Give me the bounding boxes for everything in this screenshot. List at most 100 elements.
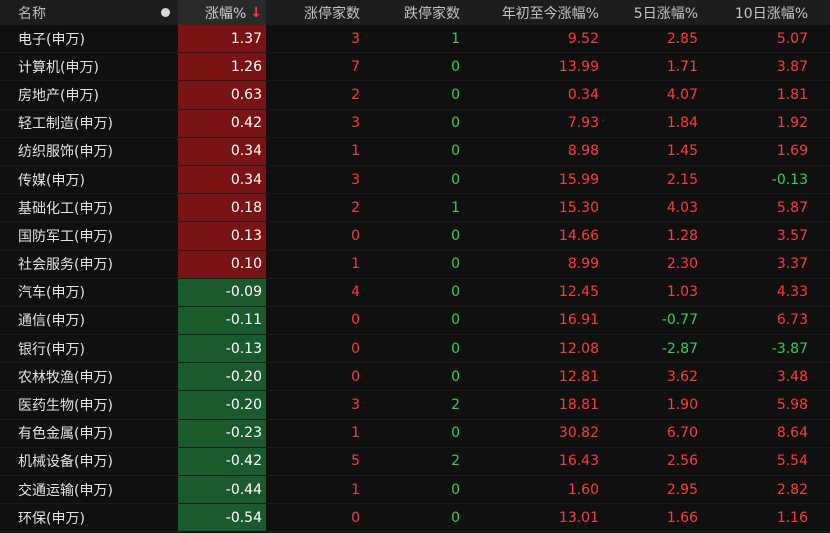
row-change-cell: -0.20 (178, 363, 266, 391)
row-ytd-cell: 14.66 (558, 227, 599, 244)
row-10d-cell: -0.13 (771, 171, 808, 188)
row-limit-down-cell: 0 (451, 509, 460, 526)
row-change-cell: 0.18 (178, 194, 266, 222)
table-row[interactable]: 汽车(申万) -0.09 4 0 12.45 1.03 4.33 (0, 278, 830, 307)
row-change-cell: -0.42 (178, 447, 266, 475)
row-limit-down-cell: 0 (451, 171, 460, 188)
table-row[interactable]: 农林牧渔(申万) -0.20 0 0 12.81 3.62 3.48 (0, 363, 830, 392)
column-header-name[interactable]: 名称 (0, 3, 152, 23)
table-row[interactable]: 轻工制造(申万) 0.42 3 0 7.93 1.84 1.92 (0, 109, 830, 138)
row-limit-down-cell: 0 (451, 284, 460, 301)
row-ytd-cell: 30.82 (558, 425, 599, 442)
row-ytd-cell: 15.30 (558, 199, 599, 216)
row-limit-down-cell: 1 (451, 199, 460, 216)
row-ytd-cell: 9.52 (567, 30, 599, 47)
row-name-cell: 计算机(申万) (18, 59, 99, 76)
row-name-cell: 房地产(申万) (18, 87, 99, 104)
table-row[interactable]: 机械设备(申万) -0.42 5 2 16.43 2.56 5.54 (0, 447, 830, 476)
row-limit-up-cell: 2 (351, 86, 360, 103)
row-10d-cell: 1.81 (776, 86, 808, 103)
table-body: 电子(申万) 1.37 3 1 9.52 2.85 5.07 计算机(申万) 1.26 7 0 13.… (0, 25, 830, 533)
row-ytd-cell: 18.81 (558, 397, 599, 414)
table-row[interactable]: 国防军工(申万) 0.13 0 0 14.66 1.28 3.57 (0, 222, 830, 251)
row-10d-cell: 2.82 (776, 481, 808, 498)
row-ytd-cell: 8.98 (567, 143, 599, 160)
row-name-cell: 汽车(申万) (18, 285, 85, 302)
row-name-cell: 通信(申万) (18, 313, 85, 330)
row-limit-up-cell: 0 (351, 312, 360, 329)
row-5d-cell: 2.15 (666, 171, 698, 188)
row-10d-cell: 5.07 (776, 30, 808, 47)
row-change-cell: -0.13 (178, 335, 266, 363)
row-5d-cell: 1.90 (666, 397, 698, 414)
row-ytd-cell: 15.99 (558, 171, 599, 188)
row-10d-cell: 3.48 (776, 368, 808, 385)
row-name-cell: 交通运输(申万) (18, 482, 113, 499)
table-row[interactable]: 环保(申万) -0.54 0 0 13.01 1.66 1.16 (0, 504, 830, 533)
table-row[interactable]: 交通运输(申万) -0.44 1 0 1.60 2.95 2.82 (0, 476, 830, 505)
row-limit-up-cell: 1 (351, 481, 360, 498)
row-5d-cell: 4.07 (666, 86, 698, 103)
row-ytd-cell: 16.91 (558, 312, 599, 329)
row-10d-cell: 8.64 (776, 425, 808, 442)
row-limit-down-cell: 0 (451, 143, 460, 160)
table-row[interactable]: 基础化工(申万) 0.18 2 1 15.30 4.03 5.87 (0, 194, 830, 223)
row-name-cell: 轻工制造(申万) (18, 116, 113, 133)
row-change-cell: -0.20 (178, 391, 266, 419)
row-name-cell: 社会服务(申万) (18, 257, 113, 274)
row-name-cell: 国防军工(申万) (18, 228, 113, 245)
row-limit-down-cell: 1 (451, 30, 460, 47)
table-row[interactable]: 电子(申万) 1.37 3 1 9.52 2.85 5.07 (0, 25, 830, 54)
table-row[interactable]: 传媒(申万) 0.34 3 0 15.99 2.15 -0.13 (0, 165, 830, 195)
row-10d-cell: 1.16 (776, 509, 808, 526)
row-limit-down-cell: 0 (451, 58, 460, 75)
row-limit-down-cell: 0 (451, 256, 460, 273)
row-10d-cell: -3.87 (771, 340, 808, 357)
row-limit-down-cell: 0 (451, 425, 460, 442)
row-5d-cell: 1.28 (666, 227, 698, 244)
column-header-limit-down[interactable]: 跌停家数 (366, 3, 466, 23)
row-ytd-cell: 13.99 (558, 58, 599, 75)
column-header-dot[interactable] (152, 5, 178, 21)
row-ytd-cell: 7.93 (567, 115, 599, 132)
table-row[interactable]: 房地产(申万) 0.63 2 0 0.34 4.07 1.81 (0, 81, 830, 110)
row-5d-cell: 2.56 (666, 453, 698, 470)
row-ytd-cell: 13.01 (558, 509, 599, 526)
table-row[interactable]: 纺织服饰(申万) 0.34 1 0 8.98 1.45 1.69 (0, 137, 830, 166)
dot-icon (160, 8, 170, 17)
row-limit-up-cell: 5 (351, 453, 360, 470)
industry-table: 名称 涨幅% ↓ 涨停家数 跌停家数 年初至今涨幅% 5日涨幅% 10日涨幅% 电… (0, 0, 830, 533)
table-row[interactable]: 社会服务(申万) 0.10 1 0 8.99 2.30 3.37 (0, 250, 830, 279)
row-name-cell: 环保(申万) (18, 510, 85, 527)
row-10d-cell: 1.69 (776, 143, 808, 160)
row-limit-up-cell: 7 (351, 58, 360, 75)
row-5d-cell: 1.66 (666, 509, 698, 526)
row-change-cell: 0.34 (178, 137, 266, 165)
row-5d-cell: -2.87 (661, 340, 698, 357)
sort-desc-icon: ↓ (250, 4, 262, 21)
row-limit-down-cell: 0 (451, 340, 460, 357)
column-header-5d[interactable]: 5日涨幅% (605, 3, 704, 23)
row-change-cell: -0.11 (178, 306, 266, 335)
row-limit-up-cell: 1 (351, 256, 360, 273)
row-change-cell: -0.54 (178, 504, 266, 532)
column-header-10d[interactable]: 10日涨幅% (704, 3, 830, 23)
row-5d-cell: 2.30 (666, 256, 698, 273)
row-ytd-cell: 12.81 (558, 368, 599, 385)
table-row[interactable]: 医药生物(申万) -0.20 3 2 18.81 1.90 5.98 (0, 391, 830, 420)
row-5d-cell: 3.62 (666, 368, 698, 385)
row-limit-down-cell: 0 (451, 312, 460, 329)
table-row[interactable]: 有色金属(申万) -0.23 1 0 30.82 6.70 8.64 (0, 419, 830, 448)
row-name-cell: 医药生物(申万) (18, 398, 113, 415)
row-limit-up-cell: 4 (351, 284, 360, 301)
row-5d-cell: 1.84 (666, 115, 698, 132)
table-row[interactable]: 通信(申万) -0.11 0 0 16.91 -0.77 6.73 (0, 306, 830, 336)
row-name-cell: 机械设备(申万) (18, 454, 113, 471)
table-row[interactable]: 计算机(申万) 1.26 7 0 13.99 1.71 3.87 (0, 53, 830, 82)
column-header-change-pct[interactable]: 涨幅% ↓ (178, 0, 266, 25)
table-row[interactable]: 银行(申万) -0.13 0 0 12.08 -2.87 -3.87 (0, 335, 830, 364)
column-header-ytd[interactable]: 年初至今涨幅% (466, 3, 605, 23)
table-header: 名称 涨幅% ↓ 涨停家数 跌停家数 年初至今涨幅% 5日涨幅% 10日涨幅% (0, 0, 830, 25)
column-header-limit-up[interactable]: 涨停家数 (266, 3, 366, 23)
row-change-cell: 0.42 (178, 109, 266, 137)
